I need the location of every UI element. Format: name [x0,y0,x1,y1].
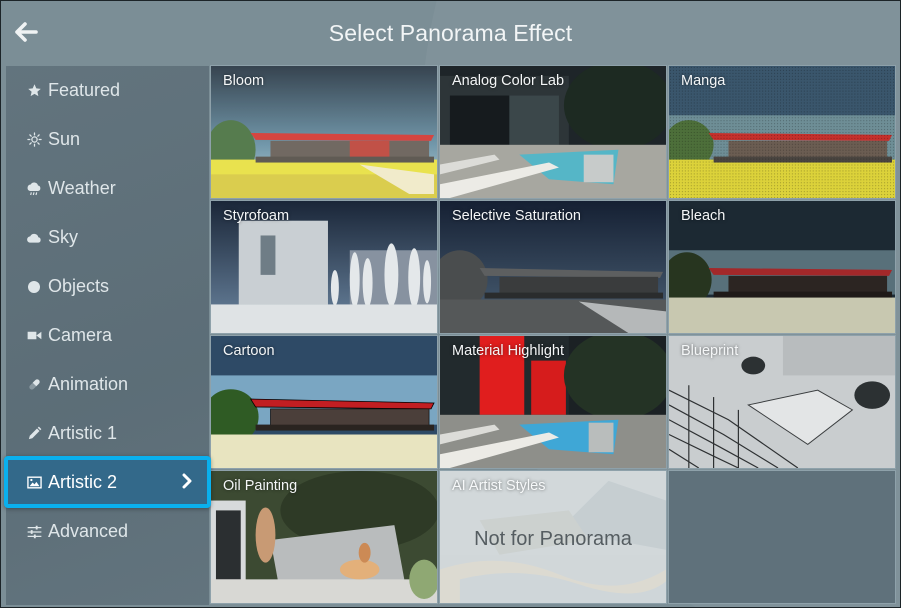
effect-tile-bloom[interactable]: Bloom [210,65,438,199]
sun-icon [26,132,42,148]
effect-tile-blueprint[interactable]: Blueprint [668,335,896,469]
sidebar-item-weather[interactable]: Weather [6,164,209,213]
sidebar-item-label: Camera [48,325,113,345]
sidebar-item-label: Artistic 1 [48,423,118,443]
effect-tile-material-highlight[interactable]: Material Highlight [439,335,667,469]
sliders-icon [26,524,42,540]
sidebar-item-label: Artistic 2 [48,471,118,492]
sidebar-item-artistic-1[interactable]: Artistic 1 [6,409,209,458]
sidebar-item-label: Advanced [48,521,129,541]
sidebar-item-label: Featured [48,80,121,100]
sidebar-item-label: Animation [48,374,129,394]
not-for-panorama-message: Not for Panorama [474,528,632,550]
sidebar-item-sky[interactable]: Sky [6,213,209,262]
sidebar-item-label: Weather [48,178,116,198]
video-camera-icon [26,328,42,344]
cloud-rain-icon [26,181,42,197]
star-icon [26,83,42,99]
effect-label: Analog Color Lab [452,73,565,89]
effect-label: Oil Painting [223,478,298,494]
sidebar-item-animation[interactable]: Animation [6,360,209,409]
panorama-effect-dialog: Select Panorama Effect Featured Sun Weat… [0,0,901,608]
effect-tile-ai-artist-styles: AI Artist Styles Not for Panorama [439,470,667,604]
sidebar-item-label: Sun [48,129,81,149]
effect-tile-manga[interactable]: Manga [668,65,896,199]
header: Select Panorama Effect [1,1,900,65]
effect-label: Bleach [681,208,726,224]
effect-label: Bloom [223,73,265,89]
effect-label: Blueprint [681,343,739,359]
image-icon [26,474,42,490]
effect-tile-analog-color-lab[interactable]: Analog Color Lab [439,65,667,199]
cloud-icon [26,230,42,246]
page-title: Select Panorama Effect [328,20,573,46]
sidebar-item-objects[interactable]: Objects [6,262,209,311]
empty-grid-slot [668,470,896,604]
pencil-icon [26,426,42,442]
sidebar-item-featured[interactable]: Featured [6,66,209,115]
sidebar-item-sun[interactable]: Sun [6,115,209,164]
chevron-right-icon [181,473,193,494]
effect-tile-bleach[interactable]: Bleach [668,200,896,334]
effect-label: Manga [681,73,726,89]
category-sidebar: Featured Sun Weather Sky Objects Camera … [4,66,211,605]
effect-label: Material Highlight [452,343,565,359]
sidebar-item-camera[interactable]: Camera [6,311,209,360]
sidebar-item-label: Sky [48,227,79,247]
effect-tile-oil-painting[interactable]: Oil Painting [210,470,438,604]
effect-label: Selective Saturation [452,208,581,224]
effect-label: Cartoon [223,343,275,359]
effect-label: Styrofoam [223,208,290,224]
circle-icon [26,279,42,295]
effect-grid: Bloom Analog Color Lab Manga Styrofoam S… [210,65,898,605]
effect-label: AI Artist Styles [452,478,546,494]
sidebar-item-artistic-2[interactable]: Artistic 2 [4,456,211,508]
pill-icon [26,377,42,393]
sidebar-item-advanced[interactable]: Advanced [6,507,209,556]
effect-tile-cartoon[interactable]: Cartoon [210,335,438,469]
effect-tile-selective-saturation[interactable]: Selective Saturation [439,200,667,334]
sidebar-item-label: Objects [48,276,110,296]
effect-tile-styrofoam[interactable]: Styrofoam [210,200,438,334]
